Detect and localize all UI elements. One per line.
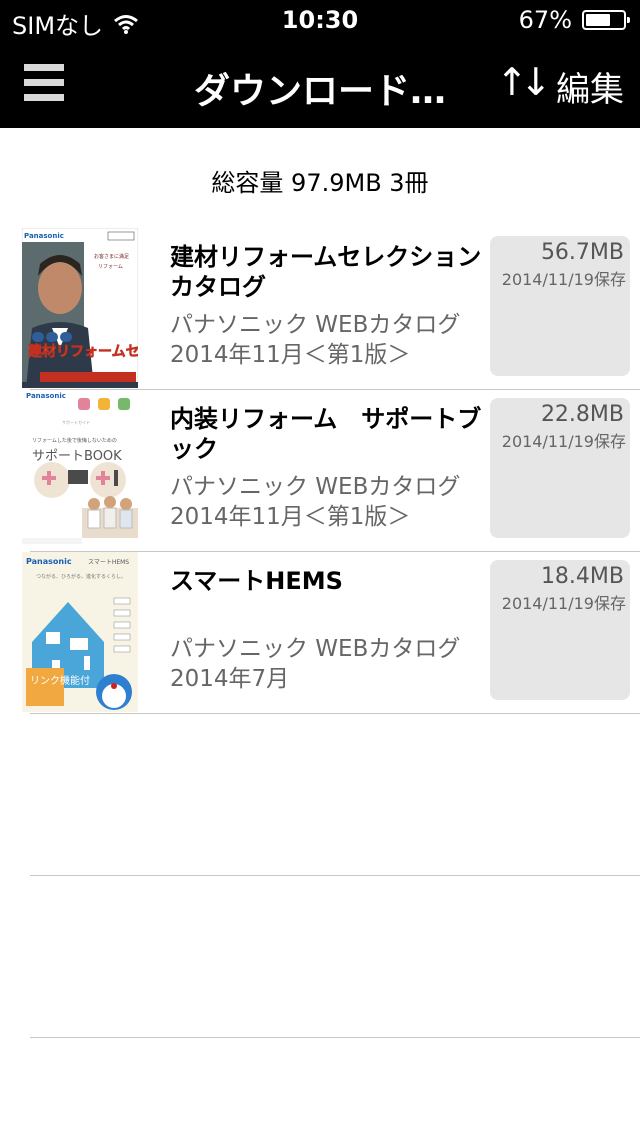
svg-text:リンク機能付: リンク機能付: [30, 674, 90, 687]
saved-date: 2014/11/19保存: [501, 594, 626, 613]
catalog-title[interactable]: 内装リフォーム サポートブック: [170, 404, 486, 464]
file-size: 18.4MB: [540, 564, 624, 589]
svg-text:サポートBOOK: サポートBOOK: [32, 449, 122, 464]
saved-date: 2014/11/19保存: [501, 432, 626, 451]
catalog-edition: 2014年11月＜第1版＞: [170, 504, 411, 530]
storage-summary: 総容量 97.9MB 3冊: [211, 169, 429, 197]
catalog-cover-house-icon[interactable]: Panasonic スマートHEMS つながる、ひろがる。進化するくらし。 リン…: [22, 552, 138, 712]
status-bar: SIMなし 10:30 67%: [0, 0, 640, 40]
catalog-cover-man-icon[interactable]: Panasonic お客さまに満足 リフォーム 建材リフォームセレクション: [22, 228, 138, 388]
catalog-publisher: パナソニック WEBカタログ: [170, 474, 461, 500]
list-item[interactable]: Panasonic スマートHEMS つながる、ひろがる。進化するくらし。 リン…: [0, 552, 640, 714]
catalog-title[interactable]: スマートHEMS: [170, 566, 486, 596]
empty-row-divider: [30, 1037, 640, 1038]
list-item[interactable]: Panasonic サポートガイド リフォームした後で後悔しないための サポート…: [0, 390, 640, 552]
svg-text:サポートガイド: サポートガイド: [62, 419, 90, 425]
svg-text:Panasonic: Panasonic: [24, 232, 64, 240]
svg-text:建材リフォームセレクション: 建材リフォームセレクション: [28, 343, 138, 360]
row-divider: [30, 713, 640, 714]
page-title: ダウンロード…: [193, 71, 446, 112]
battery-icon: [582, 10, 630, 30]
svg-text:Panasonic: Panasonic: [26, 392, 66, 400]
catalog-publisher: パナソニック WEBカタログ: [170, 312, 461, 338]
svg-text:Panasonic: Panasonic: [26, 557, 72, 566]
catalog-title[interactable]: 建材リフォームセレクションカタログ: [170, 242, 486, 302]
catalog-cover-family-icon[interactable]: Panasonic サポートガイド リフォームした後で後悔しないための サポート…: [22, 390, 138, 550]
catalog-edition: 2014年11月＜第1版＞: [170, 342, 411, 368]
file-size: 56.7MB: [540, 240, 624, 265]
svg-text:スマートHEMS: スマートHEMS: [88, 559, 129, 566]
svg-text:リフォーム: リフォーム: [98, 264, 123, 270]
size-panel: 18.4MB 2014/11/19保存: [490, 560, 630, 700]
sort-icon[interactable]: ↑↓: [496, 60, 552, 104]
empty-row-divider: [30, 875, 640, 876]
list-item[interactable]: Panasonic お客さまに満足 リフォーム 建材リフォームセレクション 建材…: [0, 228, 640, 390]
catalog-edition: 2014年7月: [170, 666, 290, 692]
size-panel: 22.8MB 2014/11/19保存: [490, 398, 630, 538]
saved-date: 2014/11/19保存: [501, 270, 626, 289]
catalog-publisher: パナソニック WEBカタログ: [170, 636, 461, 662]
battery-fill: [586, 14, 611, 26]
battery-nub: [627, 17, 630, 23]
edit-button[interactable]: 編集: [556, 62, 624, 111]
battery-percent: 67%: [518, 6, 572, 34]
navigation-bar: ダウンロード… ↑↓ 編集: [0, 40, 640, 128]
file-size: 22.8MB: [540, 402, 624, 427]
svg-text:つながる、ひろがる。進化するくらし。: つながる、ひろがる。進化するくらし。: [36, 573, 126, 580]
status-right: 67%: [518, 6, 630, 34]
svg-text:お客さまに満足: お客さまに満足: [94, 253, 129, 260]
svg-text:リフォームした後で後悔しないための: リフォームした後で後悔しないための: [32, 437, 117, 444]
size-panel: 56.7MB 2014/11/19保存: [490, 236, 630, 376]
